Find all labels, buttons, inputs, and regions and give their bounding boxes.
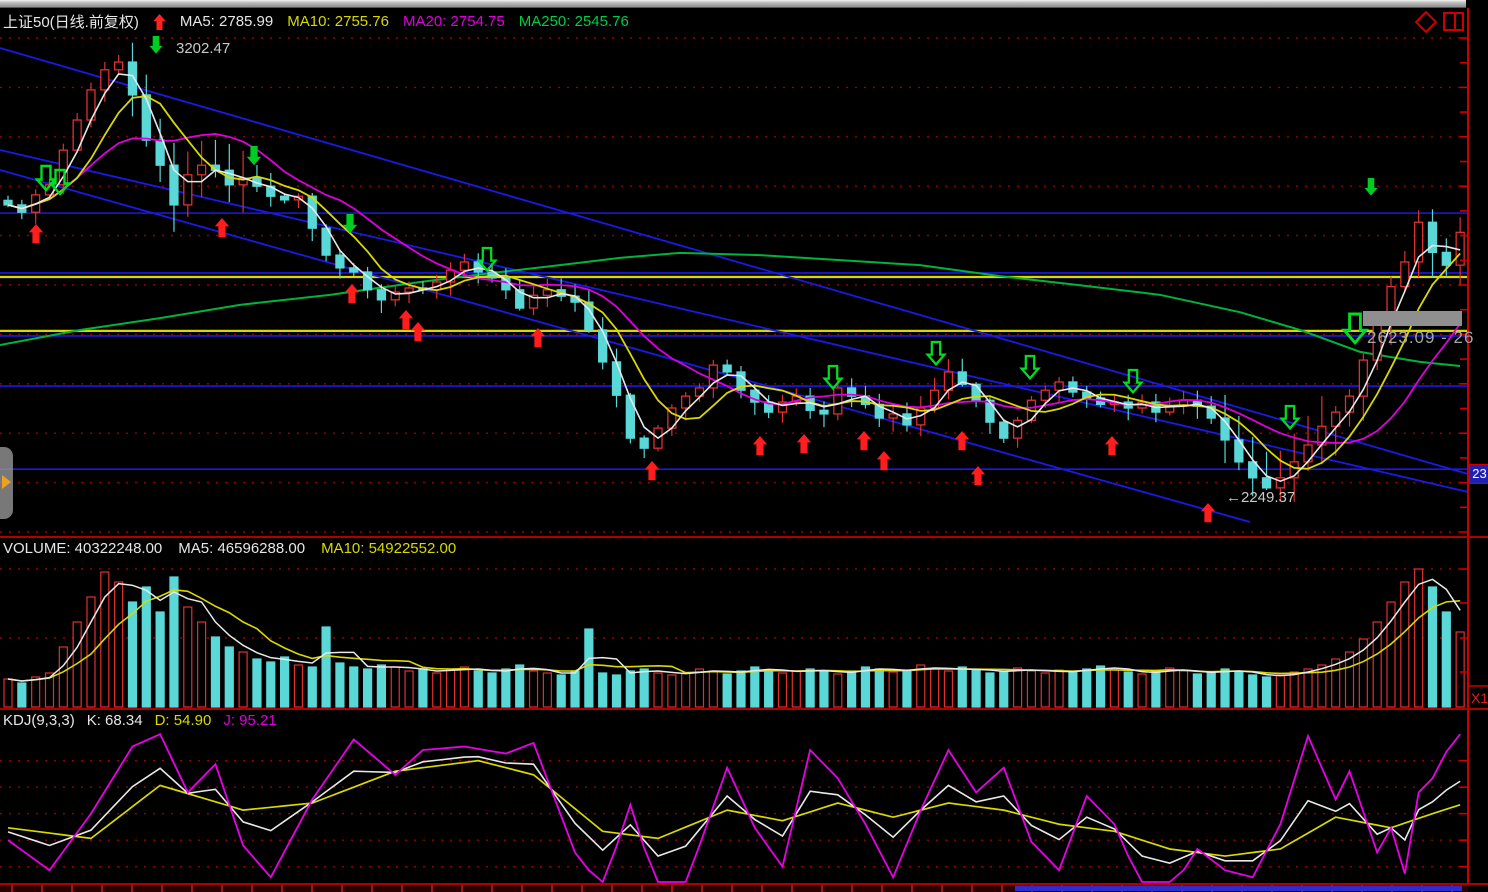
top-scrollbar[interactable]: [0, 0, 1466, 8]
trading-app-window: 上证50(日线.前复权) MA5: 2785.99 MA10: 2755.76 …: [0, 0, 1488, 892]
kdj-name: KDJ(9,3,3): [3, 712, 75, 729]
ma20-value: MA20: 2754.75: [403, 13, 505, 30]
trough-price-label: ←2249.37: [1226, 489, 1295, 506]
ma5-value: MA5: 2785.99: [180, 13, 273, 30]
main-chart-header: 上证50(日线.前复权) MA5: 2785.99 MA10: 2755.76 …: [3, 11, 629, 32]
range-highlight-box: [1363, 311, 1462, 326]
kdj-header: KDJ(9,3,3) K: 68.34 D: 54.90 J: 95.21: [3, 712, 277, 729]
volume-ma5-value: MA5: 46596288.00: [178, 540, 305, 557]
chart-canvas[interactable]: [0, 0, 1488, 892]
up-trend-arrow-icon: [153, 14, 166, 30]
price-range-label: 2623.09 - 26: [1367, 328, 1474, 348]
kdj-j-value: J: 95.21: [223, 712, 276, 729]
collapsed-panel-handle[interactable]: [0, 447, 13, 519]
titlebar-icons: [1418, 12, 1464, 31]
ma250-value: MA250: 2545.76: [519, 13, 629, 30]
diamond-icon[interactable]: [1415, 10, 1438, 33]
volume-value: VOLUME: 40322248.00: [3, 540, 162, 557]
split-window-icon[interactable]: [1443, 12, 1464, 31]
kdj-d-value: D: 54.90: [155, 712, 212, 729]
kdj-k-value: K: 68.34: [87, 712, 143, 729]
symbol-title: 上证50(日线.前复权): [3, 11, 139, 32]
peak-price-label: 3202.47: [176, 40, 230, 57]
volume-header: VOLUME: 40322248.00 MA5: 46596288.00 MA1…: [3, 540, 456, 557]
trendline-value-badge: 23: [1469, 464, 1488, 484]
ma10-value: MA10: 2755.76: [287, 13, 389, 30]
expand-arrow-icon: [2, 475, 11, 489]
margin-x1-tag: X1: [1471, 690, 1488, 706]
volume-ma10-value: MA10: 54922552.00: [321, 540, 456, 557]
